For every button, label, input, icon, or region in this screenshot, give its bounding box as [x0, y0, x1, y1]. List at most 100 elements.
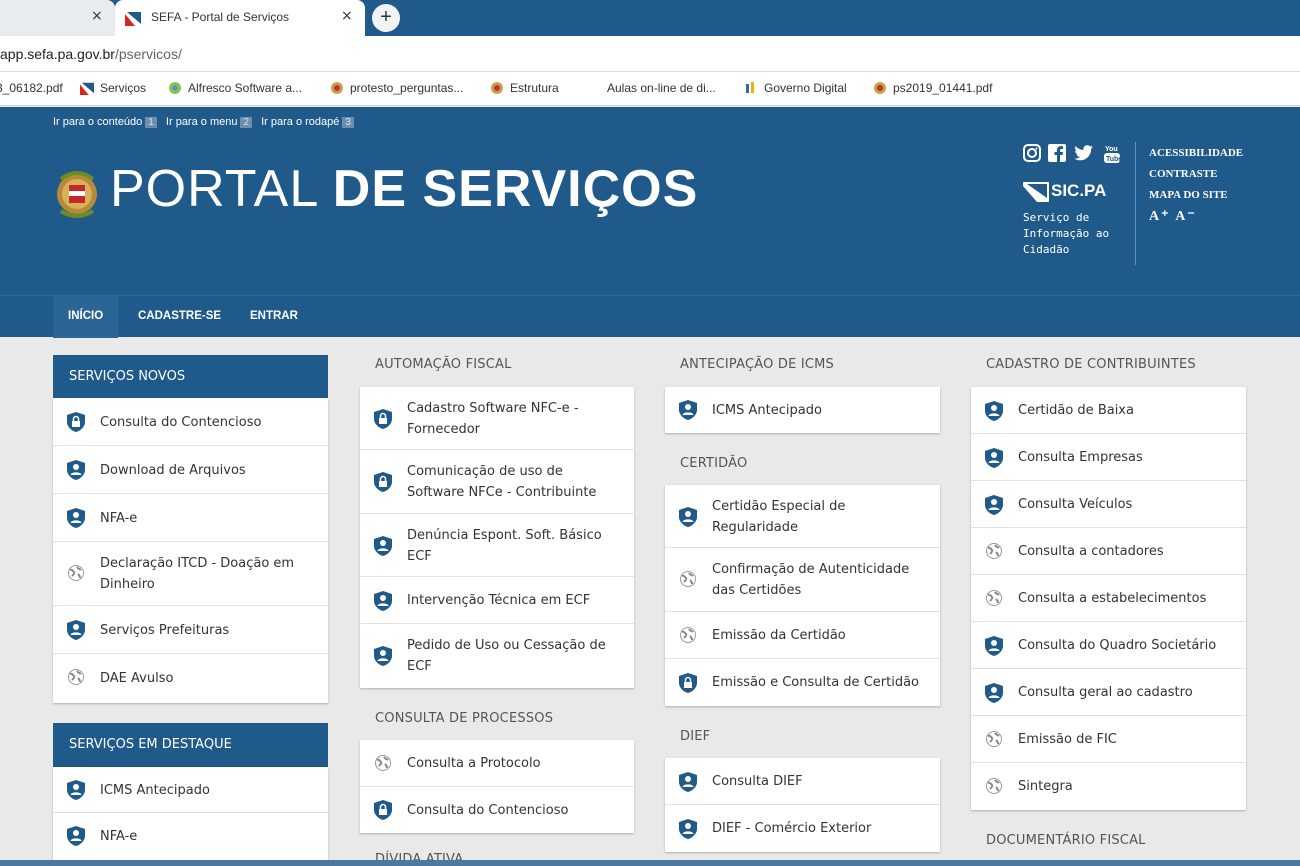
service-link[interactable]: Sintegra [971, 763, 1246, 810]
skip-to-menu-link[interactable]: Ir para o menu [166, 116, 238, 128]
service-label: Denúncia Espont. Soft. Básico ECF [407, 527, 602, 564]
svg-text:You: You [1105, 146, 1118, 153]
service-label: NFA-e [100, 828, 138, 844]
service-link[interactable]: Consulta do Contencioso [360, 787, 634, 833]
service-label: Consulta a contadores [1018, 544, 1164, 559]
shield-user-icon [985, 447, 1003, 468]
shield-user-icon [679, 818, 697, 839]
service-link[interactable]: Certidão Especial de Regularidade [665, 485, 940, 548]
brasao-icon [331, 82, 343, 94]
url-text[interactable]: app.sefa.pa.gov.br/pservicos/ [0, 46, 182, 62]
service-link[interactable]: Intervenção Técnica em ECF [360, 577, 634, 624]
service-label: NFA-e [100, 510, 138, 526]
service-link[interactable]: NFA-e [53, 813, 328, 859]
skip-to-content-link[interactable]: Ir para o conteúdo [53, 116, 142, 128]
service-link[interactable]: Declaração ITCD - Doação em Dinheiro [53, 542, 328, 606]
service-label: Emissão da Certidão [712, 628, 846, 643]
service-link[interactable]: Serviços Prefeituras [53, 606, 328, 654]
service-label: Consulta do Contencioso [407, 802, 569, 818]
service-link[interactable]: Consulta DIEF [665, 758, 940, 805]
bookmark-item[interactable]: protesto_perguntas... [330, 81, 463, 95]
card-dief: Consulta DIEF DIEF - Comércio Exterior [665, 758, 940, 852]
service-link[interactable]: NFA-e [53, 494, 328, 542]
accessibility-link[interactable]: ACESSIBILIDADE [1149, 143, 1243, 164]
section-title-processos: CONSULTA DE PROCESSOS [375, 711, 554, 726]
service-link[interactable]: ICMS Antecipado [665, 387, 940, 433]
brasao-icon [491, 82, 503, 94]
nav-register[interactable]: CADASTRE-SE [138, 296, 221, 338]
service-label: Emissão e Consulta de Certidão [712, 675, 919, 690]
card-cadastro: Certidão de Baixa Consulta Empresas Consul… [971, 387, 1246, 810]
service-label: Comunicação de uso de Software NFCe - Co… [407, 464, 597, 500]
close-tab-icon[interactable]: × [91, 8, 103, 24]
youtube-icon[interactable]: You Tube [1103, 144, 1122, 163]
facebook-icon[interactable] [1048, 144, 1066, 162]
browser-tab-active[interactable]: SEFA - Portal de Serviços × [115, 0, 365, 36]
instagram-icon[interactable] [1023, 144, 1041, 162]
service-link[interactable]: Confirmação de Autenticidade das Certidõ… [665, 548, 940, 612]
shield-user-icon [374, 590, 392, 611]
service-link[interactable]: DAE Avulso [53, 654, 328, 702]
skip-to-footer-link[interactable]: Ir para o rodapé [261, 116, 339, 128]
service-link[interactable]: Emissão e Consulta de Certidão [665, 659, 940, 706]
bookmark-item[interactable]: Estrutura [490, 81, 559, 95]
service-link[interactable]: Certidão de Baixa [971, 387, 1246, 434]
card-certidao: Certidão Especial de Regularidade Confirm… [665, 485, 940, 706]
globe-icon [67, 668, 85, 688]
font-decrease-button[interactable]: A⁻ [1175, 209, 1197, 224]
sitemap-link[interactable]: MAPA DO SITE [1149, 185, 1243, 206]
bookmark-item[interactable]: ps2019_01441.pdf [873, 81, 992, 95]
service-link[interactable]: Consulta a contadores [971, 528, 1246, 575]
shield-lock-icon [374, 472, 392, 492]
service-link[interactable]: Download de Arquivos [53, 446, 328, 494]
globe-icon [374, 754, 392, 774]
nav-login[interactable]: ENTRAR [250, 296, 298, 338]
service-link[interactable]: Consulta do Quadro Societário [971, 622, 1246, 669]
service-link[interactable]: Cadastro Software NFC-e - Fornecedor [360, 387, 634, 450]
bookmark-item[interactable]: Governo Digital [744, 81, 847, 95]
service-link[interactable]: Consulta a Protocolo [360, 740, 634, 787]
site-logo-title[interactable]: PORTAL DE SERVIÇOS [110, 159, 698, 219]
bookmark-item[interactable]: Aulas on-line de di... [607, 81, 716, 95]
svg-text:Tube: Tube [1106, 156, 1121, 163]
service-link[interactable]: Denúncia Espont. Soft. Básico ECF [360, 514, 634, 577]
shield-user-icon [374, 535, 392, 556]
new-tab-button[interactable]: + [372, 4, 400, 32]
service-link[interactable]: Emissão de FIC [971, 716, 1246, 763]
service-link[interactable]: ICMS Antecipado [53, 767, 328, 813]
service-link[interactable]: Consulta Empresas [971, 434, 1246, 481]
sefa-favicon-icon [80, 82, 94, 95]
service-link[interactable]: Consulta geral ao cadastro [971, 669, 1246, 716]
site-header: Ir para o conteúdo 1 Ir para o menu 2 Ir p… [0, 107, 1300, 295]
bookmark-item[interactable]: Serviços [80, 81, 146, 95]
service-link[interactable]: Consulta Veículos [971, 481, 1246, 528]
section-title-cadastro: CADASTRO DE CONTRIBUINTES [986, 357, 1196, 372]
bookmark-item[interactable]: 3_06182.pdf [0, 81, 63, 95]
service-label: Consulta geral ao cadastro [1018, 685, 1193, 700]
service-label: Consulta do Quadro Societário [1018, 638, 1217, 653]
font-increase-button[interactable]: A⁺ [1149, 209, 1171, 224]
service-link[interactable]: Consulta a estabelecimentos [971, 575, 1246, 622]
shield-lock-icon [374, 408, 392, 429]
sic-subtitle: Serviço de Informação ao Cidadão [1023, 211, 1110, 256]
browser-tab-inactive[interactable]: × [0, 0, 115, 36]
section-title-documentario: DOCUMENTÁRIO FISCAL [986, 833, 1146, 848]
service-link[interactable]: Consulta do Contencioso [53, 398, 328, 446]
service-link[interactable]: Pedido de Uso ou Cessação de ECF [360, 624, 634, 688]
service-link[interactable]: DIEF - Comércio Exterior [665, 805, 940, 852]
twitter-icon[interactable] [1074, 144, 1093, 162]
service-link[interactable]: Emissão da Certidão [665, 612, 940, 659]
service-label: Emissão de FIC [1018, 732, 1117, 747]
section-title-automacao: AUTOMAÇÃO FISCAL [375, 357, 512, 372]
bookmark-item[interactable]: Alfresco Software a... [168, 81, 302, 95]
address-bar[interactable]: app.sefa.pa.gov.br/pservicos/ [0, 36, 1300, 72]
browser-tabstrip: × SEFA - Portal de Serviços × + [0, 0, 1300, 36]
service-label: Consulta Empresas [1018, 450, 1143, 465]
service-label: Certidão de Baixa [1018, 403, 1134, 418]
nav-home[interactable]: INÍCIO [53, 296, 119, 338]
skip-links: Ir para o conteúdo 1 Ir para o menu 2 Ir p… [53, 116, 360, 128]
close-tab-icon[interactable]: × [341, 8, 353, 24]
contrast-link[interactable]: CONTRASTE [1149, 164, 1243, 185]
shield-user-icon [679, 506, 697, 527]
service-link[interactable]: Comunicação de uso de Software NFCe - Co… [360, 450, 634, 514]
